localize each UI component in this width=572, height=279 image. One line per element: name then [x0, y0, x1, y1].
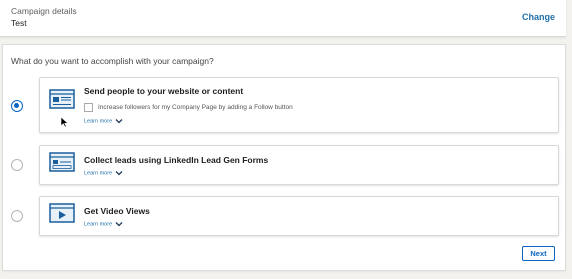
- learn-more-label: Learn more: [84, 118, 113, 125]
- next-button[interactable]: Next: [522, 246, 555, 261]
- lead-form-icon: [49, 152, 75, 172]
- option-title: Collect leads using LinkedIn Lead Gen Fo…: [84, 155, 269, 165]
- learn-more-label: Learn more: [84, 221, 113, 228]
- website-icon: [49, 89, 75, 109]
- chevron-down-icon: [115, 171, 123, 176]
- radio-video-views[interactable]: [11, 210, 23, 222]
- learn-more-label: Learn more: [84, 170, 113, 177]
- campaign-details-label: Campaign details: [11, 6, 77, 16]
- option-website-visits[interactable]: Send people to your website or content I…: [39, 77, 559, 133]
- learn-more-link[interactable]: Learn more: [84, 118, 123, 124]
- video-icon: [49, 203, 75, 223]
- chevron-down-icon: [115, 222, 123, 227]
- option-title: Get Video Views: [84, 206, 150, 216]
- radio-lead-gen[interactable]: [11, 159, 23, 171]
- chevron-down-icon: [115, 119, 123, 124]
- follow-button-checkbox-label: Increase followers for my Company Page b…: [98, 104, 293, 111]
- option-video-views[interactable]: Get Video Views Learn more: [39, 196, 559, 236]
- option-lead-gen[interactable]: Collect leads using LinkedIn Lead Gen Fo…: [39, 145, 559, 185]
- option-title: Send people to your website or content: [84, 86, 244, 96]
- follow-button-checkbox[interactable]: [84, 103, 93, 112]
- objective-card: What do you want to accomplish with your…: [2, 44, 566, 271]
- mouse-cursor-icon: [60, 116, 69, 128]
- change-button[interactable]: Change: [522, 12, 555, 22]
- campaign-details-card: Campaign details Test Change: [0, 0, 566, 37]
- campaign-name: Test: [11, 18, 27, 28]
- objective-question: What do you want to accomplish with your…: [11, 56, 214, 66]
- radio-website-visits[interactable]: [11, 100, 23, 112]
- learn-more-link[interactable]: Learn more: [84, 221, 123, 227]
- learn-more-link[interactable]: Learn more: [84, 170, 123, 176]
